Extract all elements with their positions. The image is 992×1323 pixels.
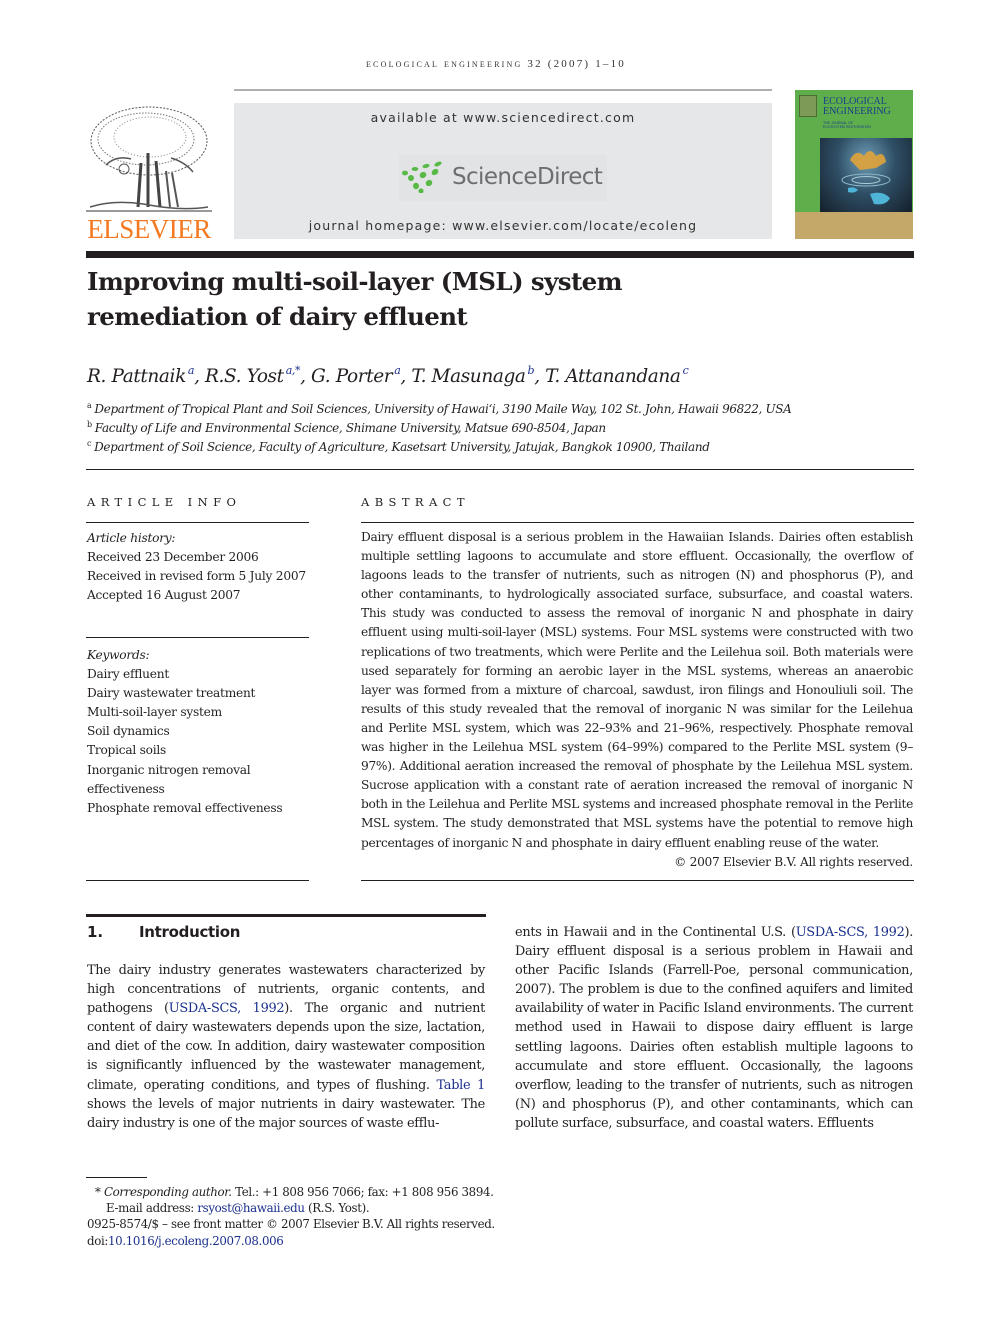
affiliation-a: a Department of Tropical Plant and Soil S… <box>87 401 792 416</box>
author-list: R. Pattnaik a, R.S. Yost a,*, G. Porter a, … <box>87 364 689 387</box>
journal-homepage-link[interactable]: journal homepage: www.elsevier.com/locat… <box>234 218 772 233</box>
section-title: Introduction <box>139 923 241 941</box>
history-revised: Received in revised form 5 July 2007 <box>87 569 306 584</box>
section-number: 1. <box>87 923 104 941</box>
header-divider <box>234 89 772 91</box>
affiliation-link[interactable]: a,* <box>286 364 301 377</box>
cover-splash-icon <box>841 151 891 205</box>
keyword: Dairy wastewater treatment <box>87 686 256 701</box>
affiliation-c: c Department of Soil Science, Faculty of … <box>87 439 710 454</box>
cover-subtitle-line2: ECOSYSTEM RESTORATION <box>823 125 871 129</box>
cover-subtitle: THE JOURNAL OF ECOSYSTEM RESTORATION <box>823 121 871 129</box>
cover-image <box>820 138 912 212</box>
affiliation-key: c <box>87 439 92 448</box>
footnote-rule <box>86 1177 147 1178</box>
doi-line: doi:10.1016/j.ecoleng.2007.08.006 <box>87 1233 284 1249</box>
affiliation-key: b <box>87 420 92 429</box>
article-history: Article history: Received 23 December 20… <box>87 529 309 605</box>
header-thick-rule <box>86 251 914 258</box>
affiliation-key: a <box>87 401 92 410</box>
section-rule <box>86 914 486 917</box>
sciencedirect-wordmark: ScienceDirect <box>452 164 603 190</box>
citation-link[interactable]: USDA-SCS, 1992 <box>169 1001 285 1016</box>
intro-column-right: ents in Hawaii and in the Continental U.… <box>515 923 913 1133</box>
doi-label: doi: <box>87 1234 109 1248</box>
keyword: Inorganic nitrogen removal effectiveness <box>87 762 251 796</box>
sciencedirect-dots-icon <box>402 161 442 193</box>
affiliation-link[interactable]: b <box>528 364 535 377</box>
keywords: Keywords: Dairy effluent Dairy wastewate… <box>87 646 309 818</box>
running-head: ECOLOGICAL ENGINEERING 32 (2007) 1–10 <box>365 58 627 70</box>
affiliations-divider <box>86 469 914 470</box>
abstract-divider <box>361 522 914 523</box>
abstract-text: Dairy effluent disposal is a serious pro… <box>361 530 913 850</box>
article-info-bottom-rule <box>86 880 309 881</box>
affiliation-b: b Faculty of Life and Environmental Scien… <box>87 420 606 435</box>
body-text: ). Dairy effluent disposal is a serious … <box>515 925 914 1131</box>
article-title-line1: Improving multi-soil-layer (MSL) system <box>87 267 623 296</box>
article-title-line2: remediation of dairy effluent <box>87 302 468 331</box>
author-name: T. Attanandana <box>545 366 681 387</box>
author-name: G. Porter <box>311 366 393 387</box>
author-name: T. Masunaga <box>411 366 526 387</box>
available-at-link[interactable]: available at www.sciencedirect.com <box>234 110 772 125</box>
article-info-heading: ARTICLE INFO <box>87 495 242 509</box>
citation-link[interactable]: USDA-SCS, 1992 <box>796 925 905 940</box>
affiliation-text: Department of Soil Science, Faculty of A… <box>94 440 710 454</box>
body-text: ents in Hawaii and in the Continental U.… <box>515 925 796 940</box>
body-text: shows the levels of major nutrients in d… <box>87 1096 485 1131</box>
footnote-marker: * <box>95 1185 101 1199</box>
keywords-divider <box>86 637 309 638</box>
email-footnote: E-mail address: rsyost@hawaii.edu (R.S. … <box>106 1200 370 1216</box>
tree-icon <box>86 106 212 212</box>
article-info-divider <box>86 522 309 523</box>
keyword: Multi-soil-layer system <box>87 705 222 720</box>
abstract-bottom-rule <box>361 880 914 881</box>
keyword: Tropical soils <box>87 743 166 758</box>
keyword: Phosphate removal effectiveness <box>87 800 283 815</box>
email-label: E-mail address: <box>106 1201 198 1215</box>
affiliation-text: Department of Tropical Plant and Soil Sc… <box>94 402 792 416</box>
abstract-heading: ABSTRACT <box>361 495 470 509</box>
history-received: Received 23 December 2006 <box>87 550 259 565</box>
email-link[interactable]: rsyost@hawaii.edu <box>197 1201 305 1215</box>
keywords-label: Keywords: <box>87 648 150 662</box>
issn-line: 0925-8574/$ – see front matter © 2007 El… <box>87 1217 495 1231</box>
history-accepted: Accepted 16 August 2007 <box>87 588 241 603</box>
keyword: Soil dynamics <box>87 724 170 739</box>
cover-title: ECOLOGICAL ENGINEERING <box>823 97 891 117</box>
article-title: Improving multi-soil-layer (MSL) system … <box>87 264 787 334</box>
affiliation-link[interactable]: c <box>683 364 689 377</box>
history-label: Article history: <box>87 531 176 545</box>
email-suffix: (R.S. Yost). <box>304 1201 370 1215</box>
corresponding-author-footnote: * Corresponding author. Tel.: +1 808 956… <box>95 1184 494 1200</box>
abstract-copyright: © 2007 Elsevier B.V. All rights reserved… <box>674 855 913 869</box>
elsevier-wordmark[interactable]: ELSEVIER <box>86 214 212 245</box>
phone-fax: Tel.: +1 808 956 7066; fax: +1 808 956 3… <box>231 1185 494 1199</box>
corresponding-label: Corresponding author. <box>103 1185 232 1199</box>
table-link[interactable]: Table 1 <box>437 1078 486 1093</box>
author-name: R. Pattnaik <box>87 366 186 387</box>
affiliation-link[interactable]: a <box>188 364 195 377</box>
cover-title-line2: ENGINEERING <box>823 106 891 117</box>
affiliation-link[interactable]: a <box>394 364 401 377</box>
affiliation-text: Faculty of Life and Environmental Scienc… <box>94 421 606 435</box>
cover-elsevier-icon <box>799 95 817 117</box>
doi-link[interactable]: 10.1016/j.ecoleng.2007.08.006 <box>108 1234 284 1248</box>
author-name: R.S. Yost <box>205 366 284 387</box>
keyword: Dairy effluent <box>87 667 169 682</box>
intro-column-left: The dairy industry generates wastewaters… <box>87 961 485 1133</box>
